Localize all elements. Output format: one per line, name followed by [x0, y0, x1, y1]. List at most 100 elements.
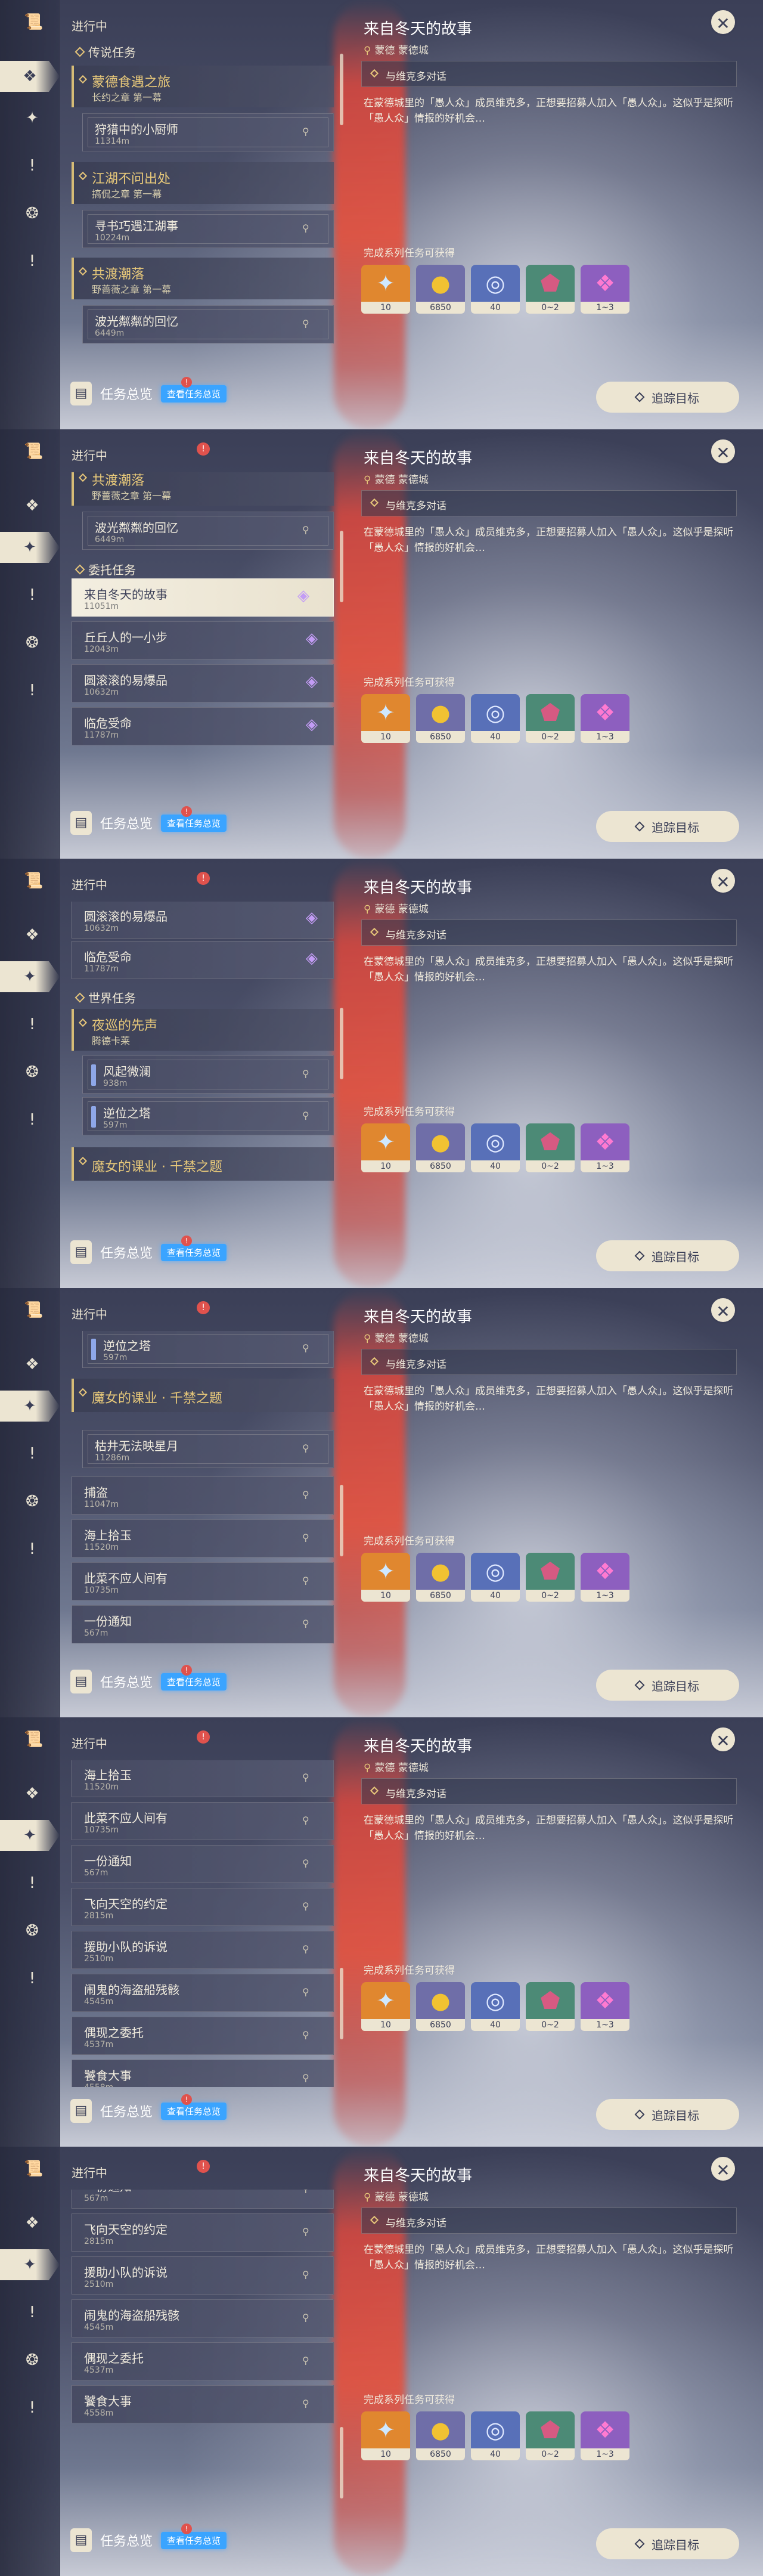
world-icon[interactable]: ❂: [21, 632, 43, 654]
archon-icon[interactable]: ✦: [0, 2249, 60, 2280]
quest-list-item[interactable]: 一份通知567m⚲: [72, 2190, 334, 2209]
reward-item[interactable]: ◎ 40: [471, 265, 520, 314]
reward-item[interactable]: ❖ 1~3: [581, 1553, 629, 1602]
quest-list-item[interactable]: 临危受命 11787m ◈: [72, 707, 334, 745]
quest-group-header[interactable]: 江湖不问出处 搞侃之章 第一幕: [72, 162, 334, 204]
close-icon[interactable]: ✕: [709, 2155, 737, 2182]
quest-list-item[interactable]: 枯井无法映星月 11286m ⚲: [82, 1430, 334, 1468]
reward-item[interactable]: ◎ 40: [471, 1123, 520, 1172]
quest-list-item[interactable]: 援助小队的诉说 2510m ⚲: [72, 2256, 334, 2295]
alert-icon[interactable]: !: [21, 1538, 43, 1560]
track-objective-button[interactable]: 追踪目标: [596, 1240, 739, 1271]
quest-group-header[interactable]: 蒙德食遇之旅 长约之章 第一幕: [72, 66, 334, 107]
alert-icon[interactable]: !: [21, 250, 43, 272]
quest-overview-button[interactable]: ▤ 任务总览 查看任务总览: [70, 1670, 227, 1693]
quest-list-item[interactable]: 圆滚滚的易爆品 10632m ◈: [72, 664, 334, 702]
alert-icon[interactable]: !: [21, 1443, 43, 1465]
quest-list-item[interactable]: 逆位之塔 597m ⚲: [82, 1331, 334, 1368]
close-icon[interactable]: ✕: [709, 438, 737, 465]
alert-icon[interactable]: !: [21, 680, 43, 701]
quest-overview-button[interactable]: ▤ 任务总览 查看任务总览: [70, 382, 227, 405]
list-scrollbar[interactable]: [340, 1968, 343, 2039]
quest-book-icon[interactable]: 📜: [24, 1301, 43, 1321]
alert-icon[interactable]: !: [21, 584, 43, 606]
reward-item[interactable]: ● 6850: [416, 694, 465, 743]
track-objective-button[interactable]: 追踪目标: [596, 382, 739, 413]
commission-icon[interactable]: ❖: [0, 61, 60, 92]
quest-book-icon[interactable]: 📜: [24, 2160, 43, 2180]
reward-item[interactable]: ⬟ 0~2: [526, 1982, 575, 2031]
quest-overview-button[interactable]: ▤ 任务总览 查看任务总览: [70, 2099, 227, 2123]
alert-icon[interactable]: !: [21, 1109, 43, 1131]
world-icon[interactable]: ❂: [21, 2349, 43, 2371]
quest-list-item[interactable]: 飞向天空的约定 2815m ⚲: [72, 1888, 334, 1926]
reward-item[interactable]: ⬟ 0~2: [526, 265, 575, 314]
world-icon[interactable]: ❂: [21, 1491, 43, 1512]
archon-icon[interactable]: ✦: [21, 107, 43, 129]
quest-list-item[interactable]: 波光粼粼的回忆 6449m ⚲: [82, 305, 334, 343]
reward-item[interactable]: ❖ 1~3: [581, 2411, 629, 2460]
reward-item[interactable]: ⬟ 0~2: [526, 1553, 575, 1602]
alert-icon[interactable]: !: [21, 1014, 43, 1035]
reward-item[interactable]: ⬟ 0~2: [526, 2411, 575, 2460]
quest-list-item[interactable]: 海上拾玉 11520m ⚲: [72, 1760, 334, 1797]
quest-list-item[interactable]: 临危受命 11787m ◈: [72, 941, 334, 979]
alert-icon[interactable]: !: [21, 2397, 43, 2419]
quest-list-item[interactable]: 偶现之委托 4537m ⚲: [72, 2017, 334, 2055]
quest-list-item[interactable]: 来自冬天的故事 11051m ◈: [72, 578, 334, 617]
close-icon[interactable]: ✕: [709, 867, 737, 894]
reward-item[interactable]: ◎ 40: [471, 1982, 520, 2031]
quest-overview-button[interactable]: ▤ 任务总览 查看任务总览: [70, 1240, 227, 1264]
overview-badge[interactable]: 查看任务总览: [161, 385, 227, 402]
reward-item[interactable]: ❖ 1~3: [581, 694, 629, 743]
quest-group-header[interactable]: 魔女的课业 · 千禁之题: [72, 1379, 334, 1412]
alert-icon[interactable]: !: [21, 1968, 43, 1989]
quest-list-item[interactable]: 逆位之塔 597m ⚲: [82, 1097, 334, 1135]
reward-item[interactable]: ✦ 10: [361, 1123, 410, 1172]
reward-item[interactable]: ⬟ 0~2: [526, 1123, 575, 1172]
overview-badge[interactable]: 查看任务总览: [161, 2102, 227, 2120]
reward-item[interactable]: ❖ 1~3: [581, 1982, 629, 2031]
quest-list-item[interactable]: 圆滚滚的易爆品 10632m ◈: [72, 902, 334, 939]
reward-item[interactable]: ✦ 10: [361, 1982, 410, 2031]
track-objective-button[interactable]: 追踪目标: [596, 1670, 739, 1701]
quest-list-item[interactable]: 偶现之委托 4537m ⚲: [72, 2342, 334, 2380]
close-icon[interactable]: ✕: [709, 1296, 737, 1324]
quest-group-header[interactable]: 共渡潮落 野蔷薇之章 第一幕: [72, 472, 334, 506]
quest-list-item[interactable]: 风起微澜 938m ⚲: [82, 1055, 334, 1094]
quest-list-item[interactable]: 闹鬼的海盗船残骸 4545m ⚲: [72, 1974, 334, 2012]
alert-icon[interactable]: !: [21, 2302, 43, 2323]
commission-icon[interactable]: ❖: [21, 1783, 43, 1804]
quest-list-item[interactable]: 此菜不应人间有 10735m ⚲: [72, 1802, 334, 1840]
list-scrollbar[interactable]: [340, 1485, 343, 1556]
overview-badge[interactable]: 查看任务总览: [161, 2531, 227, 2549]
quest-list-item[interactable]: 此菜不应人间有 10735m ⚲: [72, 1562, 334, 1600]
quest-overview-button[interactable]: ▤ 任务总览 查看任务总览: [70, 2528, 227, 2552]
world-icon[interactable]: ❂: [21, 1920, 43, 1942]
close-icon[interactable]: ✕: [709, 1726, 737, 1753]
reward-item[interactable]: ● 6850: [416, 1553, 465, 1602]
track-objective-button[interactable]: 追踪目标: [596, 2099, 739, 2130]
quest-list-item[interactable]: 援助小队的诉说 2510m ⚲: [72, 1931, 334, 1969]
alert-icon[interactable]: !: [21, 1872, 43, 1894]
reward-item[interactable]: ✦ 10: [361, 2411, 410, 2460]
quest-list-item[interactable]: 饕食大事4558m ⚲: [72, 2060, 334, 2087]
close-icon[interactable]: ✕: [709, 8, 737, 36]
track-objective-button[interactable]: 追踪目标: [596, 2528, 739, 2559]
quest-list-item[interactable]: 丘丘人的一小步 12043m ◈: [72, 621, 334, 660]
commission-icon[interactable]: ❖: [21, 1354, 43, 1375]
commission-icon[interactable]: ❖: [21, 2212, 43, 2234]
reward-item[interactable]: ● 6850: [416, 2411, 465, 2460]
alert-icon[interactable]: !: [21, 155, 43, 177]
quest-list-item[interactable]: 寻书巧遇江湖事 10224m ⚲: [82, 210, 334, 248]
archon-icon[interactable]: ✦: [0, 532, 60, 563]
quest-list-item[interactable]: 闹鬼的海盗船残骸 4545m ⚲: [72, 2299, 334, 2337]
archon-icon[interactable]: ✦: [0, 1820, 60, 1851]
list-scrollbar[interactable]: [340, 2427, 343, 2498]
reward-item[interactable]: ✦ 10: [361, 265, 410, 314]
quest-list-item[interactable]: 捕盗 11047m ⚲: [72, 1476, 334, 1515]
list-scrollbar[interactable]: [340, 54, 343, 125]
reward-item[interactable]: ● 6850: [416, 1123, 465, 1172]
reward-item[interactable]: ❖ 1~3: [581, 265, 629, 314]
quest-book-icon[interactable]: 📜: [24, 13, 43, 33]
